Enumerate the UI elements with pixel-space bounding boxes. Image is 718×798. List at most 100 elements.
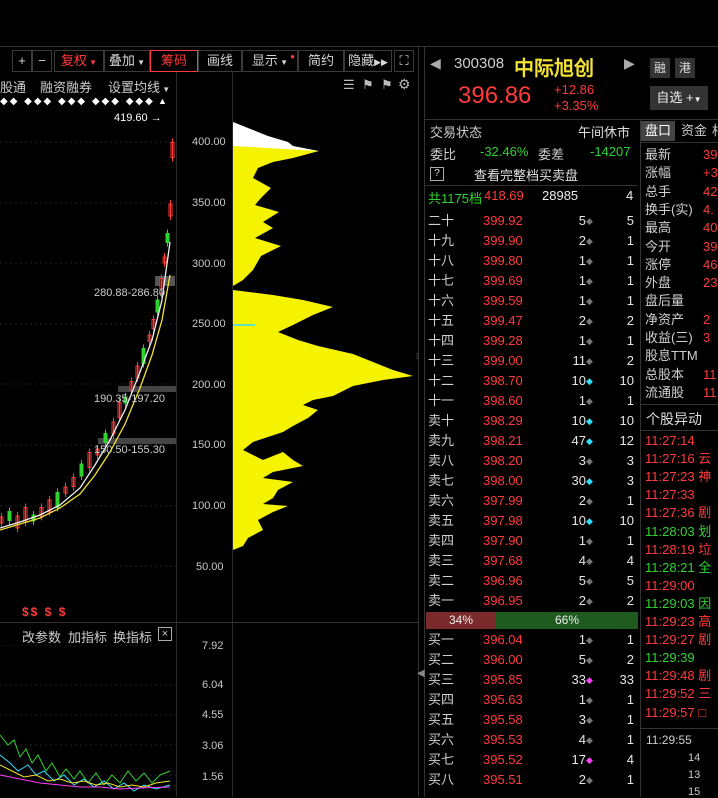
- sell-row[interactable]: 十二 398.70 10 ◆ 10: [428, 371, 638, 391]
- yidong-desc: 云: [698, 451, 712, 467]
- tab-zijin[interactable]: 资金: [677, 121, 711, 141]
- sell-level-label: 卖一: [428, 593, 455, 608]
- yidong-item[interactable]: 11:29:48 剧: [645, 667, 718, 685]
- buy-row[interactable]: 买一 396.04 1 ◆ 1: [428, 630, 638, 650]
- buy-row[interactable]: 买八 395.51 2 ◆ 1: [428, 770, 638, 790]
- sell-row[interactable]: 卖十 398.29 10 ◆ 10: [428, 411, 638, 431]
- sell-row[interactable]: 二十 399.92 5 ◆ 5: [428, 211, 638, 231]
- settings-gear-icon[interactable]: ⚙: [398, 76, 411, 93]
- yidong-item[interactable]: 11:29:03 因: [645, 595, 718, 613]
- sell-row[interactable]: 十五 399.47 2 ◆ 2: [428, 311, 638, 331]
- yidong-time: 11:28:03: [645, 523, 695, 539]
- yidong-item[interactable]: 11:27:23 神: [645, 468, 718, 486]
- sell-row[interactable]: 十八 399.80 1 ◆ 1: [428, 251, 638, 271]
- sell-volume: 1: [578, 253, 586, 268]
- flag1-icon[interactable]: ⚑: [362, 77, 374, 93]
- sell-row[interactable]: 卖六 397.99 2 ◆ 1: [428, 491, 638, 511]
- yidong-item[interactable]: 11:27:33: [645, 486, 718, 504]
- buy-row[interactable]: 买二 396.00 5 ◆ 2: [428, 650, 638, 670]
- yidong-item[interactable]: 11:29:52 三: [645, 685, 718, 703]
- buy-volume: 33: [571, 672, 586, 687]
- view-full-book-link[interactable]: 查看完整档买卖盘: [474, 165, 578, 184]
- quote-key: 最高: [645, 220, 672, 236]
- chouma-button[interactable]: 筹码: [150, 50, 198, 72]
- xianshi-dropdown[interactable]: 显示 ▼ ●: [242, 50, 298, 72]
- buy-row[interactable]: 买三 395.85 33 ◆ 33: [428, 670, 638, 690]
- flag2-icon[interactable]: ⚑: [381, 77, 393, 93]
- zoom-out-button[interactable]: −: [32, 50, 52, 72]
- expand-icon[interactable]: ⛶: [394, 50, 414, 72]
- ind-axis-3: 4.55: [202, 709, 224, 721]
- buy-row[interactable]: 买七 395.52 17 ◆ 4: [428, 750, 638, 770]
- yidong-time: 11:27:33: [645, 487, 695, 503]
- zixuan-button[interactable]: 自选 +▼: [650, 86, 708, 110]
- sell-row[interactable]: 卖三 397.68 4 ◆ 4: [428, 551, 638, 571]
- sell-row[interactable]: 卖八 398.20 3 ◆ 3: [428, 451, 638, 471]
- yidong-time: 11:29:52: [645, 686, 695, 702]
- jianyue-button[interactable]: 简约: [298, 50, 344, 72]
- list-icon[interactable]: ☰: [343, 77, 355, 93]
- sub-tab-rongzi[interactable]: 融资融券: [40, 77, 92, 96]
- gaican-button[interactable]: 改参数: [22, 627, 61, 646]
- sell-row[interactable]: 卖五 397.98 10 ◆ 10: [428, 511, 638, 531]
- yidong-item[interactable]: 11:29:23 高: [645, 613, 718, 631]
- gang-badge[interactable]: 港: [675, 58, 695, 78]
- sub-tab-gutong[interactable]: 股通: [0, 77, 26, 96]
- sell-price: 399.59: [483, 293, 523, 308]
- zoom-in-button[interactable]: +: [12, 50, 32, 72]
- sell-row[interactable]: 卖一 396.95 2 ◆ 2: [428, 591, 638, 611]
- kline-chart[interactable]: [0, 110, 176, 622]
- chip-axis-100: 100.00: [192, 500, 226, 512]
- yidong-item[interactable]: 11:27:16 云: [645, 450, 718, 468]
- yidong-item[interactable]: 11:28:21 全: [645, 559, 718, 577]
- yidong-time: 11:27:14: [645, 433, 695, 448]
- yincang-button[interactable]: 隐藏▶▶: [344, 50, 392, 72]
- tab-pankou[interactable]: 盘口: [641, 121, 675, 141]
- prev-stock-icon[interactable]: ◀: [430, 55, 441, 72]
- yidong-item[interactable]: 11:27:14: [645, 432, 718, 450]
- sell-row[interactable]: 十六 399.59 1 ◆ 1: [428, 291, 638, 311]
- sell-level-label: 卖二: [428, 573, 455, 588]
- yidong-item[interactable]: 11:29:39: [645, 649, 718, 667]
- buy-row[interactable]: 买四 395.63 1 ◆ 1: [428, 690, 638, 710]
- sell-row[interactable]: 卖四 397.90 1 ◆ 1: [428, 531, 638, 551]
- help-icon[interactable]: ?: [430, 167, 444, 181]
- yidong-item[interactable]: 11:28:03 划: [645, 523, 718, 541]
- sell-row[interactable]: 卖二 396.96 5 ◆ 5: [428, 571, 638, 591]
- yidong-item[interactable]: 11:29:00: [645, 577, 718, 595]
- sell-row[interactable]: 卖七 398.00 30 ◆ 3: [428, 471, 638, 491]
- sell-row[interactable]: 十九 399.90 2 ◆ 1: [428, 231, 638, 251]
- next-stock-icon[interactable]: ▶: [624, 55, 635, 72]
- yidong-item[interactable]: 11:27:36 剧: [645, 504, 718, 522]
- sell-row[interactable]: 十三 399.00 11 ◆ 2: [428, 351, 638, 371]
- yidong-item[interactable]: 11:29:57 □: [645, 704, 718, 722]
- sub-tab-junxian[interactable]: 设置均线 ▼: [108, 77, 170, 96]
- close-icon[interactable]: ×: [158, 627, 172, 641]
- event-marks[interactable]: $$ $ $: [22, 605, 67, 619]
- tab-more[interactable]: 相: [712, 121, 718, 141]
- yidong-item[interactable]: 11:29:27 剧: [645, 631, 718, 649]
- chip-axis-200: 200.00: [192, 379, 226, 391]
- jiazhibiao-button[interactable]: 加指标: [68, 627, 107, 646]
- buy-volume: 17: [571, 752, 586, 767]
- sell-row[interactable]: 十一 398.60 1 ◆ 1: [428, 391, 638, 411]
- diamond-icon: ◆: [586, 735, 593, 745]
- scroll-up-icon[interactable]: ▲: [158, 96, 167, 106]
- tick-row-1: 14: [688, 752, 701, 764]
- diamond-icon: ◆: [586, 456, 593, 466]
- buy-price: 395.63: [483, 692, 523, 707]
- fuquan-dropdown[interactable]: 复权 ▼: [54, 50, 104, 72]
- rong-badge[interactable]: 融: [650, 58, 670, 78]
- collapse-arrow-icon[interactable]: ◀: [417, 668, 425, 679]
- buy-level-label: 买一: [428, 632, 455, 647]
- sell-row[interactable]: 十四 399.28 1 ◆ 1: [428, 331, 638, 351]
- quote-row: 盘后量: [645, 292, 718, 310]
- huanzhibiao-button[interactable]: 换指标: [113, 627, 152, 646]
- buy-row[interactable]: 买五 395.58 3 ◆ 1: [428, 710, 638, 730]
- diejia-dropdown[interactable]: 叠加 ▼: [104, 50, 150, 72]
- sell-row[interactable]: 卖九 398.21 47 ◆ 12: [428, 431, 638, 451]
- sell-row[interactable]: 十七 399.69 1 ◆ 1: [428, 271, 638, 291]
- huaxian-button[interactable]: 画线: [198, 50, 242, 72]
- buy-row[interactable]: 买六 395.53 4 ◆ 1: [428, 730, 638, 750]
- yidong-item[interactable]: 11:28:19 垃: [645, 541, 718, 559]
